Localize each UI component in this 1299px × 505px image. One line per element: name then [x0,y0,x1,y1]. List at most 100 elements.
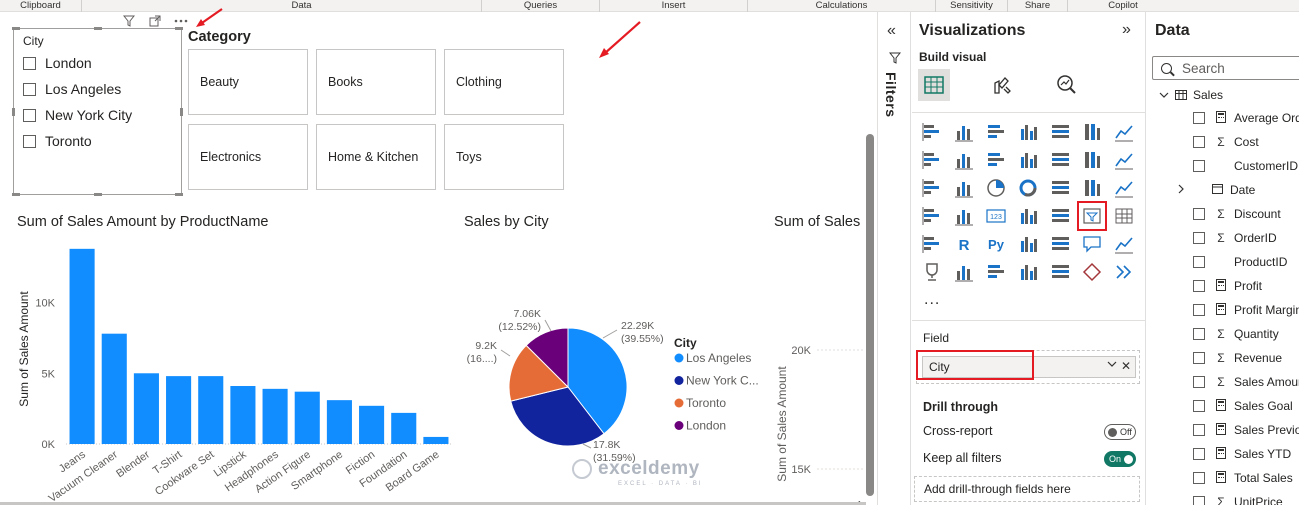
field-item-cost[interactable]: Σ Cost [1193,134,1259,150]
chevron-visual-icon[interactable] [1112,260,1136,284]
checkbox[interactable] [1193,400,1205,412]
filters-pane-collapsed[interactable]: « Filters [879,12,911,505]
tile-clothing[interactable]: Clothing [444,49,564,115]
tile-toys[interactable]: Toys [444,124,564,190]
slicer-icon[interactable] [1077,201,1107,231]
clustered-column-chart-icon[interactable] [1016,120,1040,144]
resize-handle[interactable] [12,108,15,116]
filter-icon[interactable] [122,15,136,29]
waterfall-chart-icon[interactable] [1080,148,1104,172]
keep-filters-toggle[interactable]: On [1104,451,1136,467]
donut-chart-icon[interactable] [1016,176,1040,200]
pie-legend-item[interactable]: London [686,419,726,433]
bar-chart[interactable]: Sum of Sales Amount0K5K10KJeansVacuum Cl… [0,234,460,504]
trophy-metrics-icon[interactable] [920,260,944,284]
smart-narrative-icon[interactable] [1016,260,1040,284]
build-visual-fields-button[interactable] [918,69,950,101]
qa-icon[interactable] [1080,232,1104,256]
bar-headphones[interactable] [262,388,288,444]
resize-handle[interactable] [94,193,102,196]
focus-mode-icon[interactable] [148,15,162,29]
format-visual-button[interactable] [986,69,1018,101]
power-apps-icon[interactable] [984,260,1008,284]
tile-books[interactable]: Books [316,49,436,115]
pie-legend-item[interactable]: Los Angeles [686,351,751,365]
diamond-icon[interactable] [1080,260,1104,284]
chevron-down-icon[interactable] [1107,359,1117,372]
bar-vacuum-cleaner[interactable] [101,333,127,444]
funnel-chart-icon[interactable] [920,176,944,200]
resize-handle[interactable] [12,27,20,30]
slicer-item-toronto[interactable]: Toronto [23,131,92,151]
slicer-item-los-angeles[interactable]: Los Angeles [23,79,121,99]
field-item-date[interactable]: Date [1210,182,1255,198]
data-search-input[interactable]: Search [1152,56,1299,80]
checkbox[interactable] [1193,352,1205,364]
city-slicer[interactable]: City London Los Angeles New York City To… [12,15,188,196]
stacked-column-chart-icon[interactable] [952,120,976,144]
field-item-productid[interactable]: ProductID [1193,254,1287,270]
power-automate-icon[interactable] [1048,260,1072,284]
drill-through-well[interactable]: Add drill-through fields here [914,476,1140,502]
bar-cookware-set[interactable] [198,376,224,444]
decomposition-tree-icon[interactable] [1048,232,1072,256]
matrix-icon[interactable] [920,232,944,256]
kpi-icon[interactable] [1048,204,1072,228]
checkbox[interactable] [1193,448,1205,460]
line-chart-icon[interactable] [1112,120,1136,144]
bar-smartphone[interactable] [326,400,352,444]
pie-chart-icon[interactable] [984,176,1008,200]
bar-blender[interactable] [133,373,159,444]
area-chart-icon[interactable] [920,148,944,172]
resize-handle[interactable] [12,193,20,196]
bar-fiction[interactable] [359,405,385,444]
filters-label[interactable]: Filters [883,72,899,118]
pie-legend-item[interactable]: New York C... [686,374,759,388]
slicer-item-london[interactable]: London [23,53,92,73]
gauge-icon[interactable] [952,204,976,228]
field-item-orderid[interactable]: Σ OrderID [1193,230,1277,246]
stacked-area-chart-icon[interactable] [952,148,976,172]
checkbox[interactable] [23,108,36,122]
field-item-customerid[interactable]: CustomerID [1193,158,1298,174]
checkbox[interactable] [1193,328,1205,340]
resize-handle[interactable] [175,193,183,196]
expand-chevron-icon[interactable] [1177,184,1185,197]
checkbox[interactable] [1193,136,1205,148]
report-icon[interactable] [952,260,976,284]
multi-row-card-icon[interactable] [1016,204,1040,228]
filled-map-icon[interactable] [1112,176,1136,200]
field-well[interactable]: City ✕ [916,350,1140,384]
line-stacked-column-icon[interactable] [984,148,1008,172]
line-clustered-column-icon[interactable] [1016,148,1040,172]
remove-field-icon[interactable]: ✕ [1121,359,1131,373]
collapse-pane-icon[interactable]: « [887,22,896,40]
field-item-revenue[interactable]: Σ Revenue [1193,350,1282,366]
chevron-down-icon[interactable] [1159,90,1169,100]
checkbox[interactable] [1193,208,1205,220]
checkbox[interactable] [1193,304,1205,316]
expand-pane-icon[interactable]: » [1122,21,1131,39]
clustered-bar-chart-icon[interactable] [984,120,1008,144]
field-item-profit[interactable]: Profit [1193,278,1262,294]
stacked-bar-chart-icon[interactable] [920,120,944,144]
field-item-average-order[interactable]: Average Order [1193,110,1299,126]
python-visual-icon[interactable]: Py [984,232,1008,256]
checkbox[interactable] [1193,280,1205,292]
scatter-chart-icon[interactable] [952,176,976,200]
field-item-sales-amount[interactable]: Σ Sales Amount [1193,374,1299,390]
bar-foundation[interactable] [391,412,417,444]
report-canvas[interactable]: City London Los Angeles New York City To… [0,8,878,505]
field-item-unitprice[interactable]: Σ UnitPrice [1193,494,1283,505]
checkbox[interactable] [1193,424,1205,436]
field-item-discount[interactable]: Σ Discount [1193,206,1281,222]
tile-beauty[interactable]: Beauty [188,49,308,115]
checkbox[interactable] [1193,376,1205,388]
resize-handle[interactable] [180,108,183,116]
more-visuals-button[interactable]: ... [924,291,940,309]
sum-of-sales-chart[interactable]: Sum of Sales Amount 20K 15K A [770,234,865,502]
checkbox[interactable] [23,134,36,148]
treemap-icon[interactable] [1048,176,1072,200]
field-item-quantity[interactable]: Σ Quantity [1193,326,1279,342]
checkbox[interactable] [23,56,36,70]
